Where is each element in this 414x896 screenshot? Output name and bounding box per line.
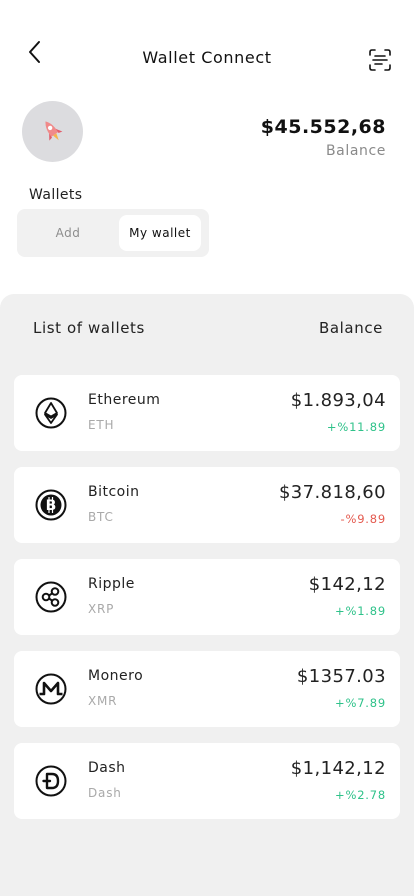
monero-icon — [35, 673, 67, 705]
coin-name: Bitcoin — [88, 484, 140, 500]
coin-name: Ripple — [88, 576, 135, 592]
coin-symbol: XRP — [88, 602, 115, 616]
coin-change: +%2.78 — [335, 788, 386, 802]
coin-value: $1357.03 — [296, 666, 386, 687]
tab-my-wallet[interactable]: My wallet — [119, 215, 201, 251]
coin-change: +%11.89 — [326, 420, 386, 434]
wallets-label: Wallets — [29, 187, 83, 203]
coin-symbol: BTC — [88, 510, 114, 524]
wallet-card-ripple[interactable]: Ripple XRP $142,12 +%1.89 — [14, 559, 400, 635]
wallet-card-ethereum[interactable]: Ethereum ETH $1.893,04 +%11.89 — [14, 375, 400, 451]
dash-icon — [35, 765, 67, 797]
coin-symbol: Dash — [88, 786, 122, 800]
bitcoin-icon: B — [35, 489, 67, 521]
coin-name: Monero — [88, 668, 144, 684]
scan-document-icon — [369, 49, 391, 71]
coin-symbol: XMR — [88, 694, 118, 708]
balance-heading: Balance — [318, 319, 383, 337]
avatar[interactable] — [22, 101, 83, 162]
coin-value: $1.893,04 — [290, 390, 386, 411]
wallet-card-dash[interactable]: Dash Dash $1,142,12 +%2.78 — [14, 743, 400, 819]
coin-value: $142,12 — [308, 574, 386, 595]
coin-name: Ethereum — [88, 392, 161, 408]
coin-value: $1,142,12 — [290, 758, 386, 779]
coin-symbol: ETH — [88, 418, 115, 432]
rocket-icon — [44, 120, 62, 141]
tab-add[interactable]: Add — [17, 209, 119, 257]
wallet-segmented-control: Add My wallet — [17, 209, 209, 257]
wallet-list-panel: List of wallets Balance Ethereum ETH $1.… — [0, 294, 414, 896]
balance-caption: Balance — [325, 143, 386, 159]
header: Wallet Connect — [0, 0, 414, 110]
svg-text:B: B — [46, 498, 57, 514]
coin-name: Dash — [88, 760, 126, 776]
page-title: Wallet Connect — [142, 48, 272, 67]
scan-button[interactable] — [368, 48, 392, 72]
coin-change: -%9.89 — [340, 512, 386, 526]
total-balance: $45.552,68 — [260, 116, 386, 138]
coin-value: $37.818,60 — [278, 482, 386, 503]
coin-change: +%7.89 — [335, 696, 386, 710]
list-heading: List of wallets — [33, 319, 145, 337]
ripple-icon — [35, 581, 67, 613]
coin-change: +%1.89 — [335, 604, 386, 618]
wallet-card-bitcoin[interactable]: B Bitcoin BTC $37.818,60 -%9.89 — [14, 467, 400, 543]
ethereum-icon — [35, 397, 67, 429]
wallet-card-monero[interactable]: Monero XMR $1357.03 +%7.89 — [14, 651, 400, 727]
